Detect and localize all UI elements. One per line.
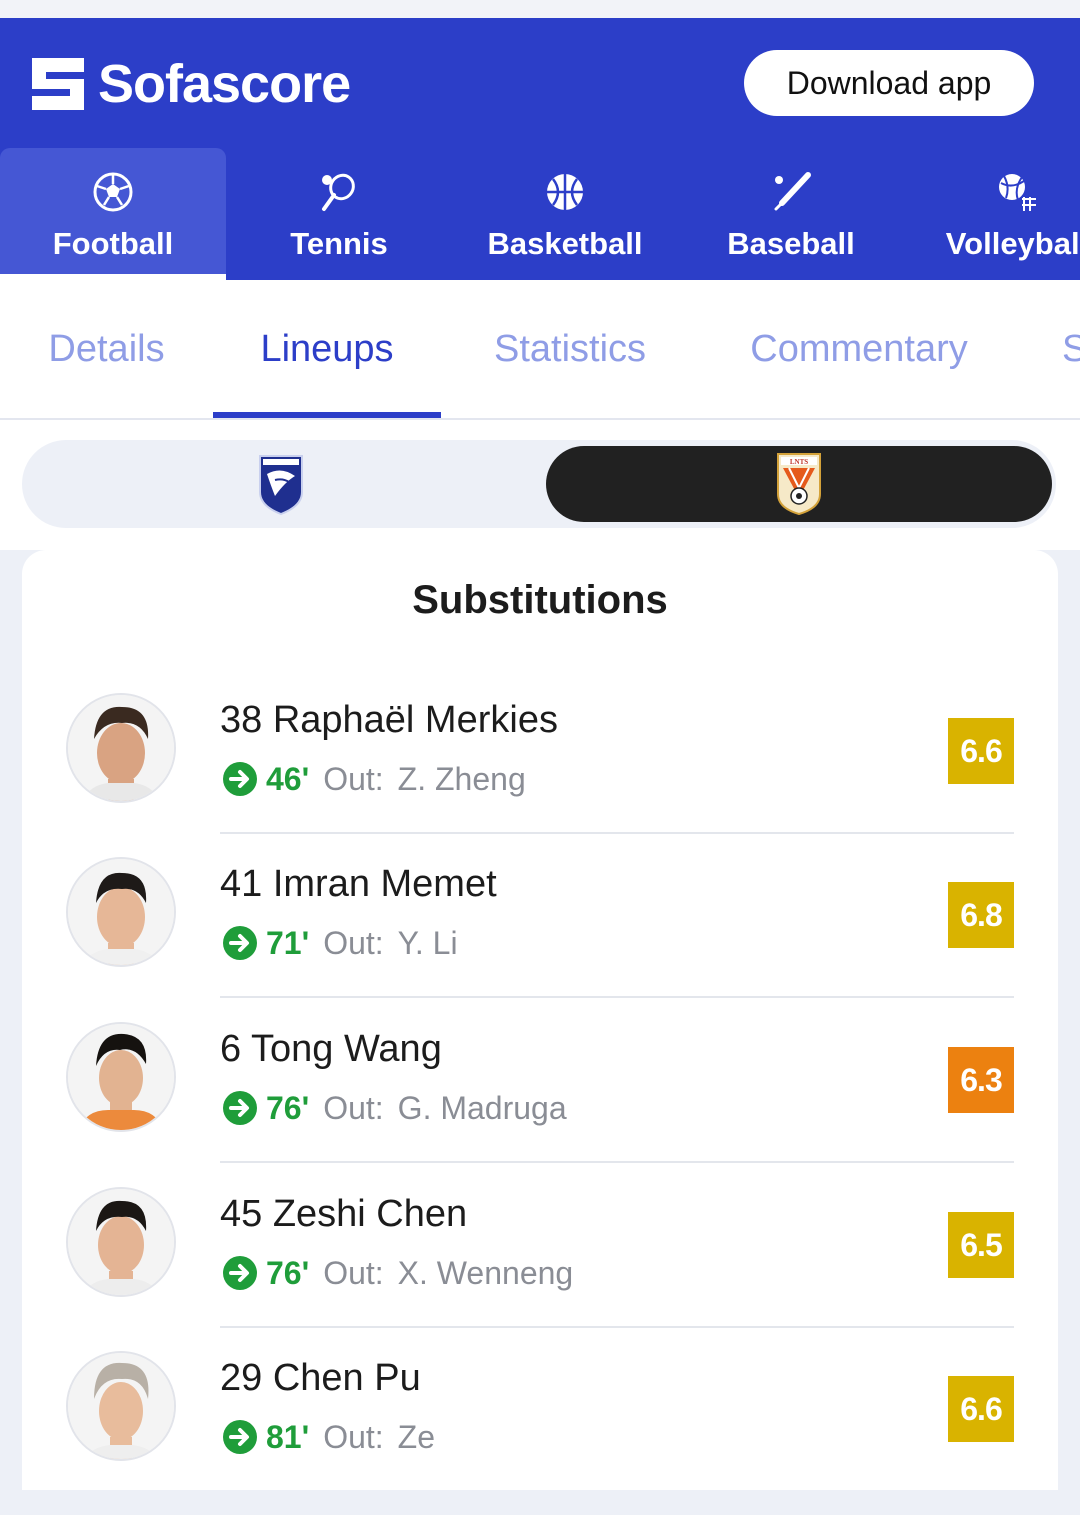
substitution-info: 81' Out: Ze [222,1417,435,1457]
home-team-option[interactable] [22,440,540,528]
sub-minute: 71' [266,924,310,961]
substitutions-card: Substitutions 38 Raphaël Merkies 46' Out… [22,550,1058,1490]
substitution-row[interactable]: 45 Zeshi Chen 76' Out: X. Wenneng 6.5 [22,1187,1058,1351]
status-bar [0,0,1080,18]
player-out-name: Y. Li [397,924,458,961]
sport-label: Volleyball [945,226,1080,261]
match-tabs: Details Lineups Statistics Commentary S [0,280,1080,420]
sports-nav: Football Tennis Basketball Baseball Voll… [0,148,1080,280]
sofascore-logo-icon [32,58,84,110]
player-out-name: Ze [397,1418,436,1455]
sub-in-arrow-icon [223,1420,257,1454]
row-divider [220,1161,1014,1163]
out-label: Out: [323,1254,384,1291]
away-team-option[interactable]: LNTS [546,446,1052,522]
team-selector-area: LNTS [0,420,1080,550]
player-name: 6 Tong Wang [220,1028,442,1070]
player-avatar [66,1351,176,1461]
row-divider [220,996,1014,998]
player-rating-badge: 6.6 [948,1376,1014,1442]
sub-minute: 81' [266,1418,310,1455]
tab-commentary[interactable]: Commentary [699,280,1019,418]
out-label: Out: [323,924,384,961]
substitution-row[interactable]: 6 Tong Wang 76' Out: G. Madruga 6.3 [22,1022,1058,1186]
basketball-icon [543,170,587,214]
tab-next[interactable]: S [1040,280,1080,418]
brand-name: Sofascore [98,54,351,114]
player-rating-badge: 6.8 [948,882,1014,948]
sub-in-arrow-icon [223,1256,257,1290]
tab-label: Lineups [260,327,394,370]
sport-tab-football[interactable]: Football [0,148,226,280]
player-name: 29 Chen Pu [220,1357,421,1399]
tab-label: S [1062,328,1080,371]
player-out-name: Z. Zheng [397,760,526,797]
svg-text:LNTS: LNTS [790,458,808,466]
sub-in-arrow-icon [223,926,257,960]
sub-minute: 76' [266,1254,310,1291]
sub-minute: 76' [266,1089,310,1126]
sport-tab-baseball[interactable]: Baseball [678,148,904,280]
player-avatar [66,1187,176,1297]
app-header: Sofascore Download app Football Tennis B… [0,18,1080,280]
player-name: 45 Zeshi Chen [220,1193,468,1235]
row-divider [220,1326,1014,1328]
sub-minute: 46' [266,760,310,797]
substitution-info: 71' Out: Y. Li [222,923,458,963]
player-out-name: X. Wenneng [397,1254,574,1291]
home-team-crest [259,455,303,516]
player-out-name: G. Madruga [397,1089,567,1126]
watermark-overlay [442,1423,672,1473]
player-avatar [66,857,176,967]
tab-statistics[interactable]: Statistics [441,280,699,418]
tennis-icon [317,170,361,214]
sport-label: Football [52,226,174,261]
sport-tab-volleyball[interactable]: Volleyball [904,148,1080,280]
tab-details[interactable]: Details [0,280,213,418]
sport-tab-tennis[interactable]: Tennis [226,148,452,280]
sport-label: Baseball [727,226,855,261]
football-icon [91,170,135,214]
team-switch: LNTS [22,440,1056,528]
sport-label: Basketball [487,226,643,261]
download-app-button[interactable]: Download app [744,50,1034,116]
player-avatar [66,1022,176,1132]
sport-tab-basketball[interactable]: Basketball [452,148,678,280]
tab-label: Details [48,327,165,370]
player-name: 38 Raphaël Merkies [220,699,558,741]
substitution-info: 76' Out: X. Wenneng [222,1253,573,1293]
volleyball-icon [995,170,1039,214]
sub-in-arrow-icon [223,762,257,796]
player-rating-badge: 6.6 [948,718,1014,784]
player-rating-badge: 6.5 [948,1212,1014,1278]
sub-in-arrow-icon [223,1091,257,1125]
out-label: Out: [323,1089,384,1126]
player-name: 41 Imran Memet [220,863,497,905]
player-rating-badge: 6.3 [948,1047,1014,1113]
section-title: Substitutions [412,578,668,622]
sport-label: Tennis [290,226,388,261]
active-tab-indicator [213,412,441,418]
tab-label: Statistics [493,327,647,370]
player-avatar [66,693,176,803]
substitution-info: 46' Out: Z. Zheng [222,759,526,799]
tab-label: Commentary [750,327,968,370]
row-divider [220,832,1014,834]
substitution-info: 76' Out: G. Madruga [222,1088,567,1128]
out-label: Out: [323,760,384,797]
out-label: Out: [323,1418,384,1455]
baseball-icon [769,170,813,214]
substitution-row[interactable]: 38 Raphaël Merkies 46' Out: Z. Zheng 6.6 [22,693,1058,857]
away-team-crest: LNTS [777,453,821,516]
tab-lineups[interactable]: Lineups [213,280,441,418]
substitution-row[interactable]: 41 Imran Memet 71' Out: Y. Li 6.8 [22,857,1058,1021]
sofascore-logo[interactable]: Sofascore [32,54,351,114]
